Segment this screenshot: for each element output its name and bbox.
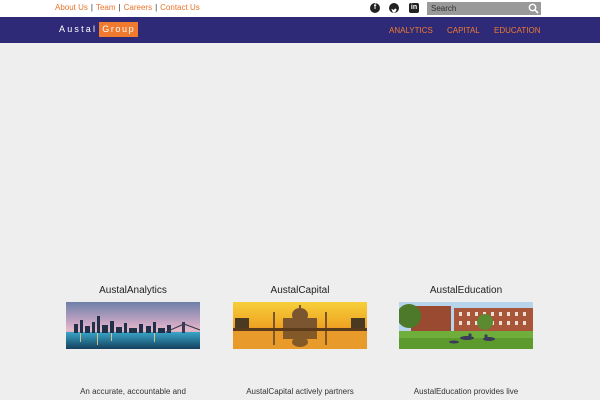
campus-lawn-image[interactable] xyxy=(399,302,533,349)
city-skyline-image[interactable] xyxy=(66,302,200,349)
about-us-link[interactable]: About Us xyxy=(55,3,88,12)
contact-us-link[interactable]: Contact Us xyxy=(160,3,200,12)
logo-text-austal: Austal xyxy=(59,24,98,34)
logo[interactable]: Austal Group xyxy=(57,22,139,37)
card-title[interactable]: AustalEducation xyxy=(399,285,533,299)
linkedin-icon[interactable]: in xyxy=(409,3,419,13)
separator: | xyxy=(90,3,93,12)
careers-link[interactable]: Careers xyxy=(124,3,152,12)
capital-card: AustalCapital AustalCapital actively par… xyxy=(233,285,367,397)
twitter-icon[interactable] xyxy=(389,3,399,13)
search-icon[interactable] xyxy=(528,3,539,14)
nav-capital[interactable]: CAPITAL xyxy=(447,26,480,35)
separator: | xyxy=(118,3,121,12)
taj-mahal-image[interactable] xyxy=(233,302,367,349)
analytics-card: AustalAnalytics An accurate, accountable… xyxy=(66,285,200,397)
card-description: AustalEducation provides live xyxy=(413,387,519,396)
nav-education[interactable]: EDUCATION xyxy=(494,26,541,35)
facebook-icon[interactable]: f xyxy=(370,3,380,13)
search-box xyxy=(427,2,541,15)
main-navbar: Austal Group ANALYTICS CAPITAL EDUCATION xyxy=(0,17,600,43)
team-link[interactable]: Team xyxy=(96,3,116,12)
card-title[interactable]: AustalCapital xyxy=(233,285,367,299)
card-title[interactable]: AustalAnalytics xyxy=(66,285,200,299)
top-links: About Us | Team | Careers | Contact Us xyxy=(55,3,200,12)
separator: | xyxy=(155,3,158,12)
card-description: An accurate, accountable and xyxy=(80,387,186,396)
top-utility-bar: About Us | Team | Careers | Contact Us f in xyxy=(0,0,600,17)
search-input[interactable] xyxy=(431,3,523,14)
card-description: AustalCapital actively partners xyxy=(246,387,354,396)
logo-text-group: Group xyxy=(99,22,139,37)
nav-analytics[interactable]: ANALYTICS xyxy=(389,26,433,35)
education-card: AustalEducation AustalEducation provides… xyxy=(399,285,533,397)
